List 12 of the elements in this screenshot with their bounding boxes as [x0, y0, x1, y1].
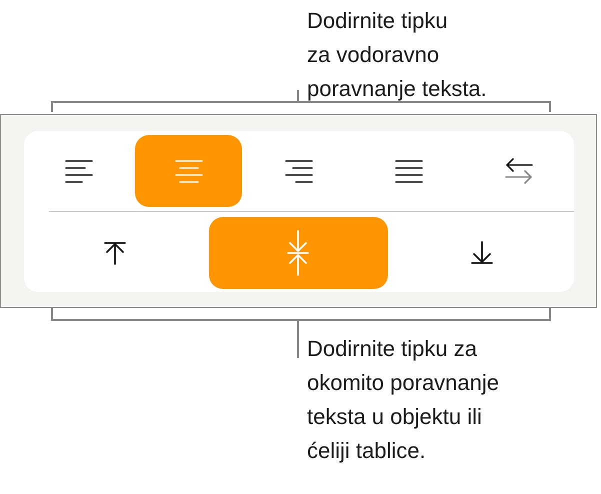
- left-right-arrows-icon: [504, 156, 532, 184]
- justify-icon: [394, 158, 422, 182]
- align-left-icon: [64, 158, 92, 182]
- align-bottom-icon: [470, 240, 493, 264]
- align-right-icon: [284, 158, 312, 182]
- callout-text: Dodirnite tipku za vodoravno poravnanje teksta.: [307, 7, 488, 103]
- align-center-icon: [174, 158, 202, 182]
- align-middle-icon: [287, 230, 310, 276]
- align-top-icon: [104, 240, 126, 264]
- alignment-button[interactable]: [135, 134, 242, 206]
- callout-text: Dodirnite tipku za okomito poravnanje teksta u objektu ili ćeliji tablice.: [307, 335, 500, 465]
- alignment-button[interactable]: [208, 216, 388, 288]
